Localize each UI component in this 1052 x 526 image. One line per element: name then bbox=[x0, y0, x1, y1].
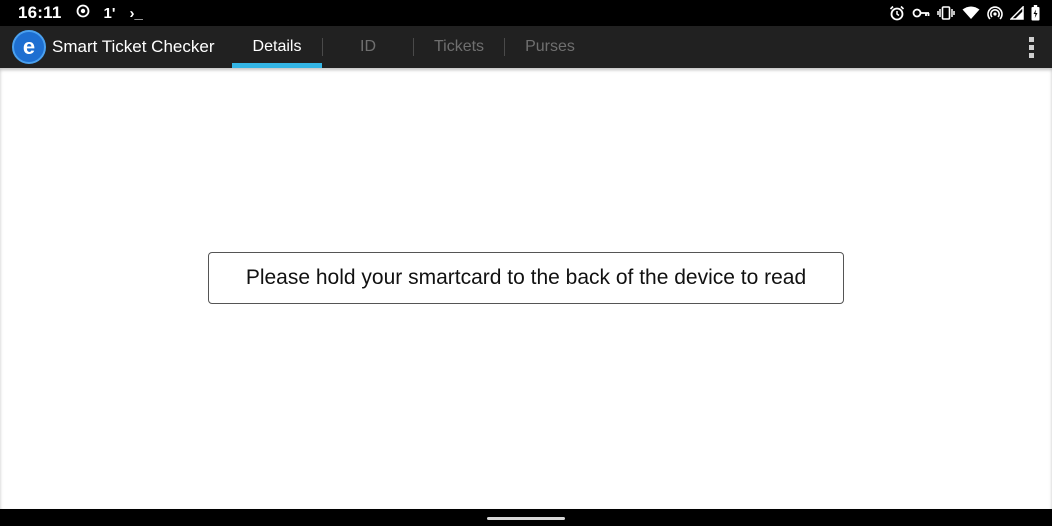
data-saver-icon: 1' bbox=[103, 4, 116, 22]
status-left: 16:11 1' ›_ bbox=[18, 3, 143, 23]
vibrate-icon bbox=[937, 6, 955, 20]
tab-tickets[interactable]: Tickets bbox=[414, 26, 504, 68]
vpn-key-icon bbox=[912, 7, 930, 19]
navigation-bar bbox=[0, 509, 1052, 526]
app-bar: e Smart Ticket Checker Details ID Ticket… bbox=[0, 26, 1052, 68]
hotspot-icon bbox=[987, 5, 1003, 21]
status-time: 16:11 bbox=[18, 3, 62, 22]
menu-dot bbox=[1028, 36, 1034, 42]
tab-details[interactable]: Details bbox=[232, 26, 322, 68]
app-brand: e Smart Ticket Checker bbox=[0, 26, 232, 68]
status-bar: 16:11 1' ›_ bbox=[0, 0, 1052, 26]
battery-icon bbox=[1031, 5, 1040, 21]
main-content: Please hold your smartcard to the back o… bbox=[0, 68, 1052, 509]
app-logo-icon: e bbox=[12, 30, 46, 64]
cell-signal-icon bbox=[1010, 6, 1024, 20]
home-gesture-handle[interactable] bbox=[487, 517, 565, 520]
terminal-icon: ›_ bbox=[129, 4, 143, 22]
tab-bar: Details ID Tickets Purses bbox=[232, 26, 595, 68]
tab-purses[interactable]: Purses bbox=[505, 26, 595, 68]
menu-dot bbox=[1028, 44, 1034, 50]
status-right bbox=[889, 5, 1040, 21]
tab-id[interactable]: ID bbox=[323, 26, 413, 68]
wifi-icon bbox=[962, 6, 980, 20]
more-vert-icon[interactable] bbox=[1010, 26, 1052, 68]
menu-dot bbox=[1028, 52, 1034, 58]
alarm-icon bbox=[889, 5, 905, 21]
location-icon bbox=[76, 4, 90, 23]
device-screen: 16:11 1' ›_ e Smart Ticket Checker Detai… bbox=[0, 0, 1052, 526]
app-title: Smart Ticket Checker bbox=[52, 37, 215, 56]
card-prompt-message: Please hold your smartcard to the back o… bbox=[208, 252, 844, 304]
